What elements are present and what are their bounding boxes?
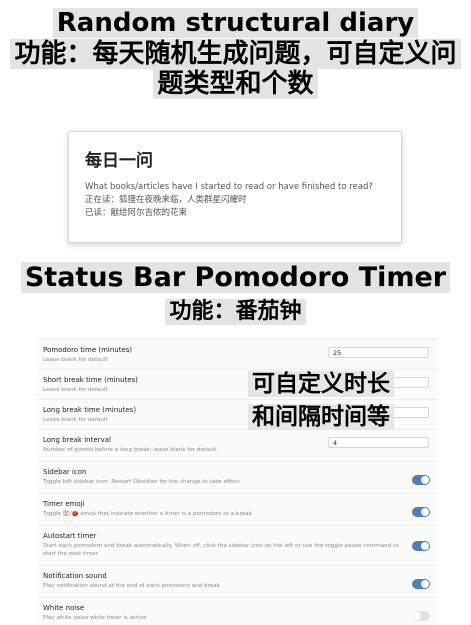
diary-card: 每日一问 What books/articles have I started … (68, 131, 402, 243)
white-noise-toggle[interactable] (412, 611, 430, 621)
overlay-line-2: 和间隔时间等 (248, 404, 394, 431)
setting-row-autostart-timer: Autostart timer Start each pomodoro and … (37, 525, 437, 565)
diary-banner-title: Random structural diary (52, 8, 419, 38)
setting-name: Autostart timer (43, 532, 97, 540)
setting-desc: Start each pomodoro and break automatica… (43, 543, 399, 557)
pomodoro-banner-title: Status Bar Pomodoro Timer (20, 262, 451, 293)
setting-desc: Toggle 🏖️/🍅 emoji that indicate whether … (43, 511, 254, 517)
setting-name: Sidebar icon (43, 468, 87, 476)
setting-desc: Toggle left sidebar icon. Restart Obsidi… (43, 479, 240, 485)
setting-row-sidebar-icon: Sidebar icon Toggle left sidebar icon. R… (37, 461, 437, 493)
notification-sound-toggle[interactable] (412, 579, 430, 589)
customize-overlay-caption: 可自定义时长 和间隔时间等 (215, 368, 427, 435)
setting-name: Notification sound (43, 572, 107, 580)
setting-row-pomodoro-time: Pomodoro time (minutes) Leave blank for … (37, 339, 437, 369)
pomodoro-time-input[interactable]: 25 (328, 347, 429, 358)
setting-name: White noise (43, 604, 85, 612)
setting-desc: Play white noise while timer is active (43, 615, 147, 621)
setting-row-white-noise: White noise Play white noise while timer… (37, 597, 437, 625)
timer-emoji-toggle[interactable] (412, 507, 430, 517)
pomodoro-banner-subtitle: 功能：番茄钟 (165, 298, 306, 325)
sidebar-icon-toggle[interactable] (412, 475, 430, 485)
setting-row-timer-emoji: Timer emoji Toggle 🏖️/🍅 emoji that indic… (37, 493, 437, 525)
setting-name: Short break time (minutes) (43, 376, 138, 384)
overlay-line-1: 可自定义时长 (248, 371, 394, 397)
diary-question: What books/articles have I started to re… (85, 182, 373, 192)
diary-card-heading: 每日一问 (85, 151, 153, 171)
diary-reading: 正在读：狐狸在夜晚来临，人类群星闪耀时 (85, 195, 247, 205)
setting-desc: Play notification sound at the end of ea… (43, 583, 220, 589)
setting-row-notification-sound: Notification sound Play notification sou… (37, 565, 437, 597)
pomodoro-banner: Status Bar Pomodoro Timer 功能：番茄钟 (0, 262, 471, 326)
autostart-timer-toggle[interactable] (412, 541, 430, 551)
setting-name: Pomodoro time (minutes) (43, 346, 133, 354)
diary-finished: 已读：献给阿尔吉侬的花束 (85, 208, 188, 218)
setting-name: Long break interval (43, 436, 111, 444)
setting-name: Long break time (minutes) (43, 406, 137, 414)
diary-banner-subtitle: 功能：每天随机生成问题，可自定义问题类型和个数 (10, 38, 461, 100)
diary-banner: Random structural diary 功能：每天随机生成问题，可自定义… (0, 8, 471, 100)
setting-name: Timer emoji (43, 500, 85, 508)
long-break-interval-input[interactable]: 4 (328, 437, 429, 448)
